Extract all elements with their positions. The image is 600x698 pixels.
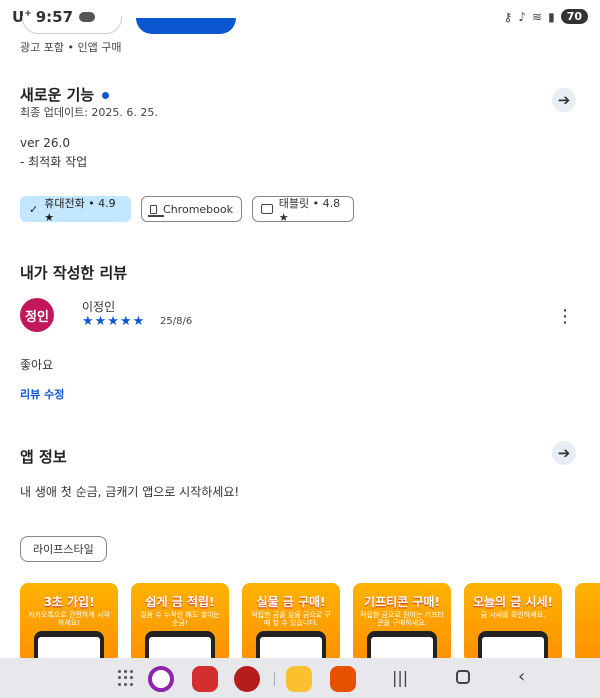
battery-indicator: 70: [560, 9, 588, 24]
screenshot-card[interactable]: 실물 금 구매! 적립한 금을 실물 금으로 구매 할 수 있습니다.: [242, 583, 340, 658]
new-indicator-dot: [102, 92, 110, 99]
scrolled-install-button[interactable]: [136, 18, 236, 34]
screenshot-card[interactable]: 3초 가입! 카카오톡으로 간편하게 시작하세요!: [20, 583, 118, 658]
screenshot-title: 실물 금 구매!: [256, 595, 326, 609]
chip-phone-label: 휴대전화 • 4.9 ★: [44, 196, 116, 224]
recent-app-icon[interactable]: [148, 666, 174, 692]
ads-label: 광고 포함 • 인앱 구매: [20, 41, 122, 54]
arrow-right-icon: ➔: [557, 91, 571, 109]
arrow-right-icon: ➔: [557, 444, 571, 462]
version-note: - 최적화 작업: [20, 155, 88, 169]
phone-mockup: [256, 631, 326, 658]
app-description: 내 생애 첫 순금, 금캐기 앱으로 시작하세요!: [20, 485, 240, 499]
laptop-icon: [147, 204, 165, 217]
screenshot-subtitle: 적립한 금을 실물 금으로 구매 할 수 있습니다.: [251, 611, 331, 628]
recent-app-icon[interactable]: [192, 666, 218, 692]
screenshot-carousel[interactable]: 3초 가입! 카카오톡으로 간편하게 시작하세요! 쉽게 금 적립! 걸음 수 …: [20, 583, 600, 658]
check-icon: ✓: [29, 202, 39, 216]
screenshot-title: 기프티콘 구매!: [364, 595, 440, 609]
back-icon[interactable]: ‹: [518, 666, 525, 687]
app-info-arrow-button[interactable]: ➔: [552, 441, 576, 465]
review-date: 25/8/6: [160, 316, 193, 327]
screenshot-title: 쉽게 금 적립!: [145, 595, 215, 609]
nav-divider: [274, 672, 275, 686]
chip-chromebook-label: Chromebook: [163, 202, 233, 216]
chip-tablet[interactable]: 태블릿 • 4.8 ★: [252, 196, 354, 224]
recent-app-icon[interactable]: [286, 666, 312, 692]
screenshot-card[interactable]: 쉽게 금 적립! 걸음 수 누적만 해도 쌓이는 순금!: [131, 583, 229, 658]
status-right: ⚷ ♪ ≋ ▮ 70: [504, 9, 588, 24]
phone-mockup: [34, 631, 104, 658]
wifi-icon: ≋: [532, 9, 543, 24]
screenshot-subtitle: 걸음 수 누적만 해도 쌓이는 순금!: [140, 611, 220, 628]
tablet-icon: [261, 204, 273, 214]
recent-app-icon[interactable]: [330, 666, 356, 692]
chip-phone[interactable]: ✓ 휴대전화 • 4.9 ★: [20, 196, 131, 224]
system-nav-bar: ||| ‹: [0, 658, 600, 698]
screenshot-subtitle: 카카오톡으로 간편하게 시작하세요!: [28, 611, 110, 628]
scrolled-secondary-button[interactable]: [22, 16, 122, 34]
phone-mockup: [145, 631, 215, 658]
chip-chromebook[interactable]: Chromebook: [141, 196, 242, 222]
category-tag[interactable]: 라이프스타일: [20, 536, 107, 562]
phone-mockup: [478, 631, 548, 658]
screenshot-card[interactable]: 오늘의 금 시세! 금 시세를 확인하세요.: [464, 583, 562, 658]
app-info-title[interactable]: 앱 정보: [20, 446, 67, 467]
recent-app-icon[interactable]: [234, 666, 260, 692]
screenshot-subtitle: 금 시세를 확인하세요.: [480, 611, 546, 619]
screenshot-card[interactable]: 기프티콘 구매! 적립한 금으로 원하는 기프티콘을 구매하세요.: [353, 583, 451, 658]
version-text: ver 26.0: [20, 136, 70, 150]
last-updated: 최종 업데이트: 2025. 6. 25.: [20, 106, 158, 119]
screenshot-subtitle: 적립한 금으로 원하는 기프티콘을 구매하세요.: [360, 611, 444, 628]
screenshot-title: 오늘의 금 시세!: [472, 595, 554, 609]
home-icon[interactable]: [456, 670, 470, 684]
screenshot-title: 3초 가입!: [43, 595, 95, 609]
avatar: 정인: [20, 298, 54, 332]
whats-new-title[interactable]: 새로운 기능: [20, 84, 110, 105]
rating-stars: ★★★★★: [82, 314, 146, 329]
screenshot-card-partial[interactable]: [575, 583, 600, 658]
phone-mockup: [367, 631, 437, 658]
mute-icon: ♪: [518, 9, 527, 24]
recents-icon[interactable]: |||: [392, 668, 408, 687]
review-text: 좋아요: [20, 358, 54, 372]
whats-new-arrow-button[interactable]: ➔: [552, 88, 576, 112]
chip-tablet-label: 태블릿 • 4.8 ★: [278, 196, 341, 224]
reviewer-name: 이정인: [82, 300, 116, 314]
key-icon: ⚷: [503, 9, 513, 24]
app-drawer-icon[interactable]: [118, 670, 134, 686]
my-review-title: 내가 작성한 리뷰: [20, 264, 128, 282]
more-options-icon[interactable]: ⋮: [556, 308, 574, 326]
signal-icon: ▮: [548, 9, 555, 24]
edit-review-link[interactable]: 리뷰 수정: [20, 386, 64, 402]
